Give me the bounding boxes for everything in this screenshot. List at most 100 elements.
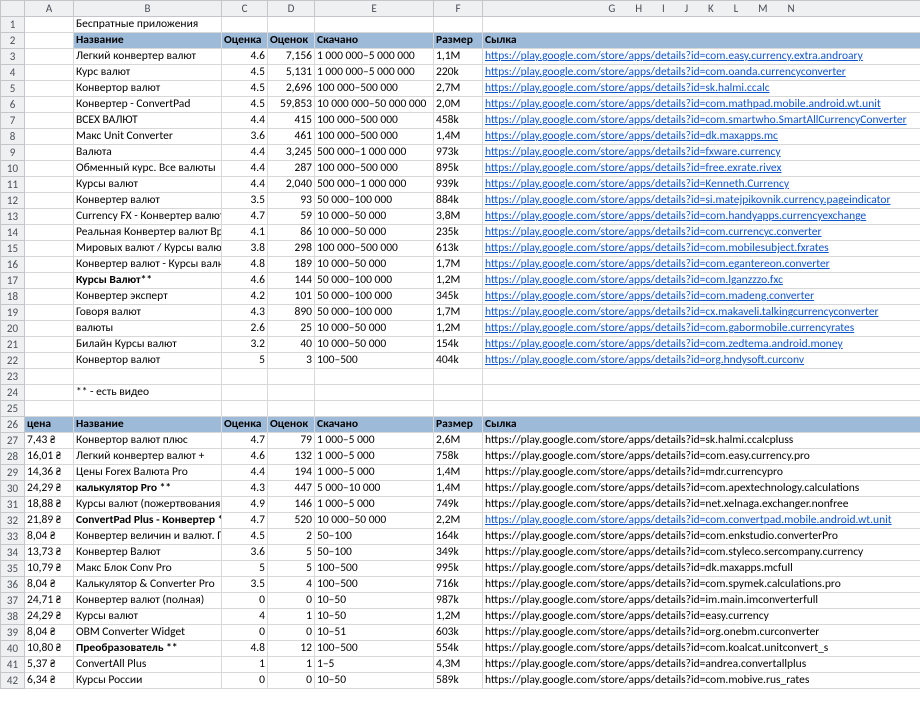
cell-name[interactable]: Конвертер величин и валют. П [74,529,222,545]
table-row[interactable]: 12Конвертер валют3.59350 000–100 000884k… [1,193,920,209]
row-header[interactable]: 8 [1,129,25,145]
cell[interactable] [25,353,74,369]
cell-rating[interactable]: 4.4 [222,145,268,161]
cell[interactable] [25,369,74,385]
cell-name[interactable]: Реальная Конвертер валют Вр [74,225,222,241]
cell-price[interactable]: 5,37 ₴ [25,657,74,673]
cell-name[interactable]: калькулятор Pro ** [74,481,222,497]
cell[interactable] [25,49,74,65]
table-row[interactable]: 13Currency FX - Конвертер валют4.75910 0… [1,209,920,225]
hyperlink[interactable]: https://play.google.com/store/apps/detai… [485,209,866,223]
cell-rating[interactable]: 4.2 [222,289,268,305]
cell-name[interactable]: Конвертер валют (полная) [74,593,222,609]
cell-rating[interactable]: 0 [222,673,268,689]
cell[interactable] [268,369,315,385]
cell-downloads[interactable]: 100–500 [315,561,434,577]
cell[interactable] [74,369,222,385]
cell-size[interactable]: 3,8M [434,209,483,225]
cell-size[interactable]: 987k [434,593,483,609]
cell-downloads[interactable]: 1 000 000–5 000 000 [315,49,434,65]
cell-size[interactable]: 589k [434,673,483,689]
cell-votes[interactable]: 86 [268,225,315,241]
row-header[interactable]: 16 [1,257,25,273]
row-header[interactable]: 21 [1,337,25,353]
cell-downloads[interactable]: 50 000–100 000 [315,273,434,289]
cell-rating[interactable]: 5 [222,353,268,369]
row-header[interactable]: 29 [1,465,25,481]
cell[interactable] [25,385,74,401]
cell-url[interactable]: https://play.google.com/store/apps/detai… [483,289,920,305]
cell-votes[interactable]: 0 [268,673,315,689]
cell-votes[interactable]: 59 [268,209,315,225]
hyperlink[interactable]: https://play.google.com/store/apps/detai… [485,177,789,191]
cell[interactable] [434,401,483,417]
cell-name[interactable]: Конвертер Валют [74,545,222,561]
row-header[interactable]: 15 [1,241,25,257]
table-row[interactable]: 3510,79 ₴Макс Блок Conv Pro55100–500995k… [1,561,920,577]
hdr-rating[interactable]: Оценка [222,33,268,49]
cell-downloads[interactable]: 100 000–500 000 [315,113,434,129]
col-header-group[interactable]: G H I J K L M N [483,1,920,17]
table-row[interactable]: 25 [1,401,920,417]
cell-downloads[interactable]: 10–50 [315,593,434,609]
col-header[interactable]: F [434,1,483,17]
cell-url[interactable]: https://play.google.com/store/apps/detai… [483,177,920,193]
table-row[interactable]: 19Говоря валют4.389050 000–100 0001,7Mht… [1,305,920,321]
cell-size[interactable]: 758k [434,449,483,465]
hdr-name[interactable]: Название [74,417,222,433]
table-row[interactable]: 3413,73 ₴Конвертер Валют3.6550–100349kht… [1,545,920,561]
cell-votes[interactable]: 132 [268,449,315,465]
cell-votes[interactable]: 146 [268,497,315,513]
hyperlink[interactable]: https://play.google.com/store/apps/detai… [485,241,829,255]
cell-url[interactable]: https://play.google.com/store/apps/detai… [483,65,920,81]
cell[interactable] [315,369,434,385]
cell-downloads[interactable]: 10 000 000–50 000 000 [315,97,434,113]
cell-url[interactable]: https://play.google.com/store/apps/detai… [483,49,920,65]
hyperlink[interactable]: https://play.google.com/store/apps/detai… [485,65,846,79]
cell-size[interactable]: 973k [434,145,483,161]
cell-price[interactable]: 13,73 ₴ [25,545,74,561]
cell[interactable] [222,385,268,401]
cell-votes[interactable]: 25 [268,321,315,337]
hdr-votes[interactable]: Оценок [268,33,315,49]
row-header[interactable]: 9 [1,145,25,161]
cell-votes[interactable]: 101 [268,289,315,305]
hyperlink[interactable]: https://play.google.com/store/apps/detai… [485,513,892,527]
cell-name[interactable]: ConvertAll Plus [74,657,222,673]
cell-votes[interactable]: 3 [268,353,315,369]
cell-rating[interactable]: 3.6 [222,545,268,561]
table-row[interactable]: 368,04 ₴Калькулятор & Converter Pro3.541… [1,577,920,593]
col-header[interactable]: D [268,1,315,17]
row-header[interactable]: 17 [1,273,25,289]
hyperlink[interactable]: https://play.google.com/store/apps/detai… [485,321,854,335]
cell-votes[interactable]: 12 [268,641,315,657]
cell-downloads[interactable]: 50 000–100 000 [315,193,434,209]
row-header[interactable]: 3 [1,49,25,65]
table-row[interactable]: 10Обменный курс. Все валюты4.4287100 000… [1,161,920,177]
cell-votes[interactable]: 40 [268,337,315,353]
cell-url[interactable]: https://play.google.com/store/apps/detai… [483,241,920,257]
row-header[interactable]: 34 [1,545,25,561]
cell-votes[interactable]: 890 [268,305,315,321]
col-header[interactable]: B [74,1,222,17]
table-row[interactable]: 1Беспратные приложения [1,17,920,33]
cell-rating[interactable]: 3.5 [222,577,268,593]
hyperlink[interactable]: https://play.google.com/store/apps/detai… [485,129,778,143]
table-row[interactable]: 24** - есть видео [1,385,920,401]
row-header[interactable]: 11 [1,177,25,193]
cell-url[interactable]: https://play.google.com/store/apps/detai… [483,337,920,353]
table-row[interactable]: 9Валюта4.43,245500 000–1 000 000973khttp… [1,145,920,161]
hdr-rating[interactable]: Оценка [222,417,268,433]
col-header[interactable]: E [315,1,434,17]
cell-size[interactable]: 2,6M [434,433,483,449]
cell-rating[interactable]: 4.3 [222,481,268,497]
hdr-downloads[interactable]: Скачано [315,33,434,49]
cell-name[interactable]: Легкий конвертер валют + [74,449,222,465]
cell-size[interactable]: 1,2M [434,273,483,289]
cell-rating[interactable]: 4.6 [222,273,268,289]
row-header[interactable]: 12 [1,193,25,209]
cell-size[interactable]: 884k [434,193,483,209]
hyperlink[interactable]: https://play.google.com/store/apps/detai… [485,289,814,303]
table-header-row[interactable]: 26ценаНазваниеОценкаОценокСкачаноРазмерС… [1,417,920,433]
table-row[interactable]: 16Конвертер валют - Курсы валю4.818910 0… [1,257,920,273]
